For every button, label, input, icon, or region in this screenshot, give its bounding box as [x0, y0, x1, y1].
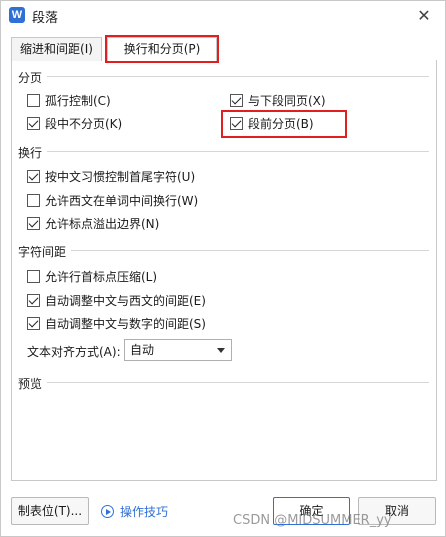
section-divider: [47, 382, 429, 383]
section-title-char-spacing: 字符间距: [18, 245, 67, 259]
checkbox-box[interactable]: [27, 216, 40, 230]
checkbox-chinese-line-rules[interactable]: 按中文习惯控制首尾字符(U): [27, 168, 195, 184]
tab-highlight-box: [105, 35, 219, 63]
checkbox-label: 与下段同页(X): [248, 93, 326, 108]
checkbox-keep-lines-together[interactable]: 段中不分页(K): [27, 115, 122, 131]
section-title-preview: 预览: [18, 377, 43, 391]
title-bar: W 段落 ✕: [1, 1, 445, 31]
checkbox-auto-space-numbers[interactable]: 自动调整中文与数字的间距(S): [27, 315, 206, 331]
checkbox-box[interactable]: [27, 193, 40, 207]
close-icon[interactable]: ✕: [413, 5, 435, 27]
checkbox-auto-space-western[interactable]: 自动调整中文与西文的间距(E): [27, 292, 206, 308]
checkbox-label: 允许标点溢出边界(N): [45, 216, 160, 231]
checkbox-box[interactable]: [27, 316, 40, 330]
checkbox-box[interactable]: [27, 293, 40, 307]
watermark: CSDN @MIDSUMMER_yy: [233, 513, 392, 528]
tips-link[interactable]: 操作技巧: [101, 503, 168, 520]
checkbox-label: 允许行首标点压缩(L): [45, 269, 158, 284]
text-align-label: 文本对齐方式(A):: [27, 345, 121, 359]
checkbox-box[interactable]: [27, 116, 40, 130]
tab-stops-button[interactable]: 制表位(T)...: [11, 497, 89, 525]
section-divider: [71, 250, 429, 251]
checkbox-label: 孤行控制(C): [45, 93, 111, 108]
checkbox-box[interactable]: [230, 93, 243, 107]
checkbox-label: 自动调整中文与西文的间距(E): [45, 293, 206, 308]
paragraph-dialog: W 段落 ✕ 缩进和间距(I) 换行和分页(P) 分页 孤行控制(C) 与下段同…: [0, 0, 446, 537]
tab-strip: 缩进和间距(I) 换行和分页(P): [1, 37, 445, 62]
section-title-line-break: 换行: [18, 146, 43, 160]
option-highlight-box: [221, 110, 347, 138]
dialog-title: 段落: [32, 11, 59, 26]
checkbox-western-word-wrap[interactable]: 允许西文在单词中间换行(W): [27, 192, 198, 208]
checkbox-compress-punctuation[interactable]: 允许行首标点压缩(L): [27, 268, 157, 284]
checkbox-widow-control[interactable]: 孤行控制(C): [27, 92, 111, 108]
tab-indent-spacing[interactable]: 缩进和间距(I): [11, 37, 102, 61]
play-circle-icon: [101, 505, 114, 518]
section-divider: [47, 151, 429, 152]
checkbox-hanging-punctuation[interactable]: 允许标点溢出边界(N): [27, 215, 159, 231]
text-align-value: 自动: [130, 343, 155, 357]
checkbox-label: 按中文习惯控制首尾字符(U): [45, 169, 196, 184]
text-align-select[interactable]: 自动: [124, 339, 232, 361]
section-title-pagination: 分页: [18, 71, 43, 85]
checkbox-box[interactable]: [27, 93, 40, 107]
wps-writer-icon: W: [9, 7, 25, 23]
checkbox-box[interactable]: [27, 169, 40, 183]
tips-link-label: 操作技巧: [120, 505, 169, 519]
checkbox-label: 自动调整中文与数字的间距(S): [45, 316, 206, 331]
section-divider: [47, 76, 429, 77]
checkbox-box[interactable]: [27, 269, 40, 283]
checkbox-keep-with-next[interactable]: 与下段同页(X): [230, 92, 326, 108]
chevron-down-icon: [217, 348, 225, 353]
checkbox-label: 允许西文在单词中间换行(W): [45, 193, 199, 208]
checkbox-label: 段中不分页(K): [45, 116, 123, 131]
